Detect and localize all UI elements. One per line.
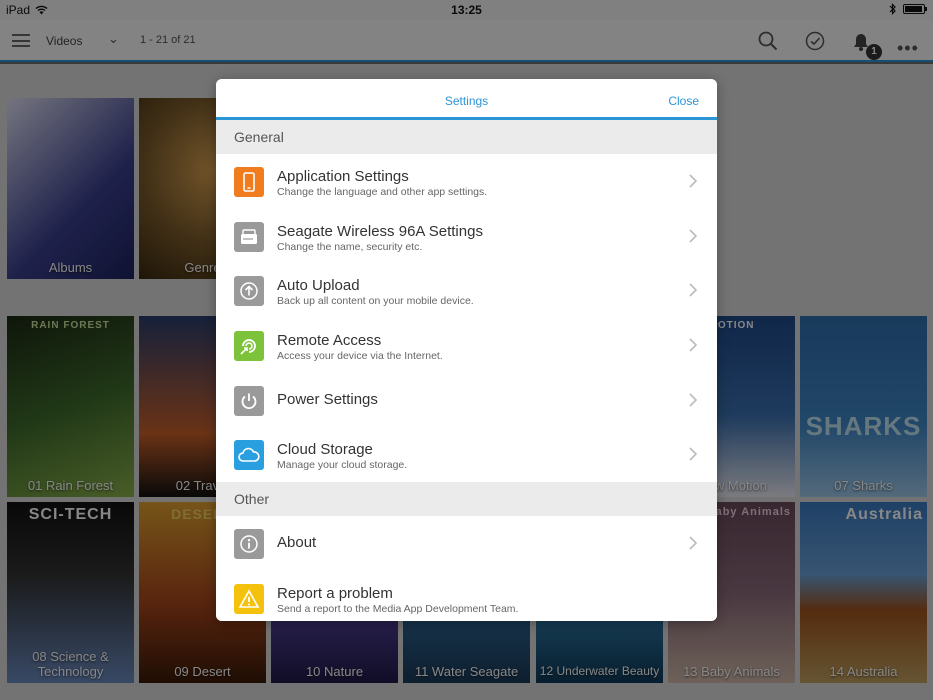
item-title: Auto Upload <box>277 277 360 295</box>
item-text: Report a problem Send a report to the Me… <box>277 585 677 616</box>
remote-access-item[interactable]: Remote Access Access your device via the… <box>216 318 717 373</box>
close-button[interactable]: Close <box>668 94 699 108</box>
section-header-other: Other <box>216 482 717 517</box>
dialog-header: Settings Close <box>216 79 717 120</box>
drive-icon <box>234 221 264 252</box>
item-subtitle: Change the language and other app settin… <box>277 186 488 198</box>
item-subtitle: Access your device via the Internet. <box>277 350 443 363</box>
chevron-right-icon <box>689 283 698 297</box>
chevron-right-icon <box>689 447 698 462</box>
item-text: Seagate Wireless 96A Settings Change the… <box>277 223 677 254</box>
cloud-icon <box>234 440 264 471</box>
settings-dialog: Settings Close General Application Setti… <box>216 79 717 621</box>
item-text: Cloud Storage Manage your cloud storage. <box>277 441 677 472</box>
item-title: Cloud Storage <box>277 441 373 459</box>
item-text: Application Settings Change the language… <box>277 168 677 199</box>
auto-upload-item[interactable]: Auto Upload Back up all content on your … <box>216 263 717 319</box>
item-title: Remote Access <box>277 332 382 350</box>
chevron-right-icon <box>689 174 698 188</box>
power-settings-item[interactable]: Power Settings <box>216 372 717 428</box>
dialog-title: Settings <box>444 94 489 108</box>
item-title: Seagate Wireless 96A Settings <box>277 222 483 240</box>
item-title: About <box>277 534 317 552</box>
item-text: Auto Upload Back up all content on your … <box>277 277 677 308</box>
cloud-storage-item[interactable]: Cloud Storage Manage your cloud storage. <box>216 427 717 483</box>
warning-icon <box>234 583 264 614</box>
item-title: Power Settings <box>277 390 378 408</box>
phone-icon <box>234 167 264 197</box>
info-icon <box>234 529 264 560</box>
item-subtitle: Manage your cloud storage. <box>277 459 408 472</box>
item-title: Application Settings <box>277 168 409 185</box>
item-subtitle: Back up all content on your mobile devic… <box>277 295 474 308</box>
power-icon <box>234 385 264 416</box>
item-title: Report a problem <box>277 584 393 602</box>
item-text: About <box>277 534 677 552</box>
remote-access-icon <box>234 331 264 362</box>
chevron-right-icon <box>689 393 698 407</box>
report-problem-item[interactable]: Report a problem Send a report to the Me… <box>216 570 717 621</box>
about-item[interactable]: About <box>216 516 717 571</box>
device-settings-item[interactable]: Seagate Wireless 96A Settings Change the… <box>216 208 717 264</box>
upload-icon <box>234 276 264 307</box>
item-text: Remote Access Access your device via the… <box>277 332 677 363</box>
item-subtitle: Change the name, security etc. <box>277 240 423 253</box>
item-subtitle: Send a report to the Media App Developme… <box>277 602 519 615</box>
application-settings-item[interactable]: Application Settings Change the language… <box>216 154 717 209</box>
chevron-right-icon <box>689 338 698 352</box>
chevron-right-icon <box>689 536 698 550</box>
item-text: Power Settings <box>277 391 677 409</box>
section-header-general: General <box>216 120 717 154</box>
chevron-right-icon <box>689 229 698 243</box>
